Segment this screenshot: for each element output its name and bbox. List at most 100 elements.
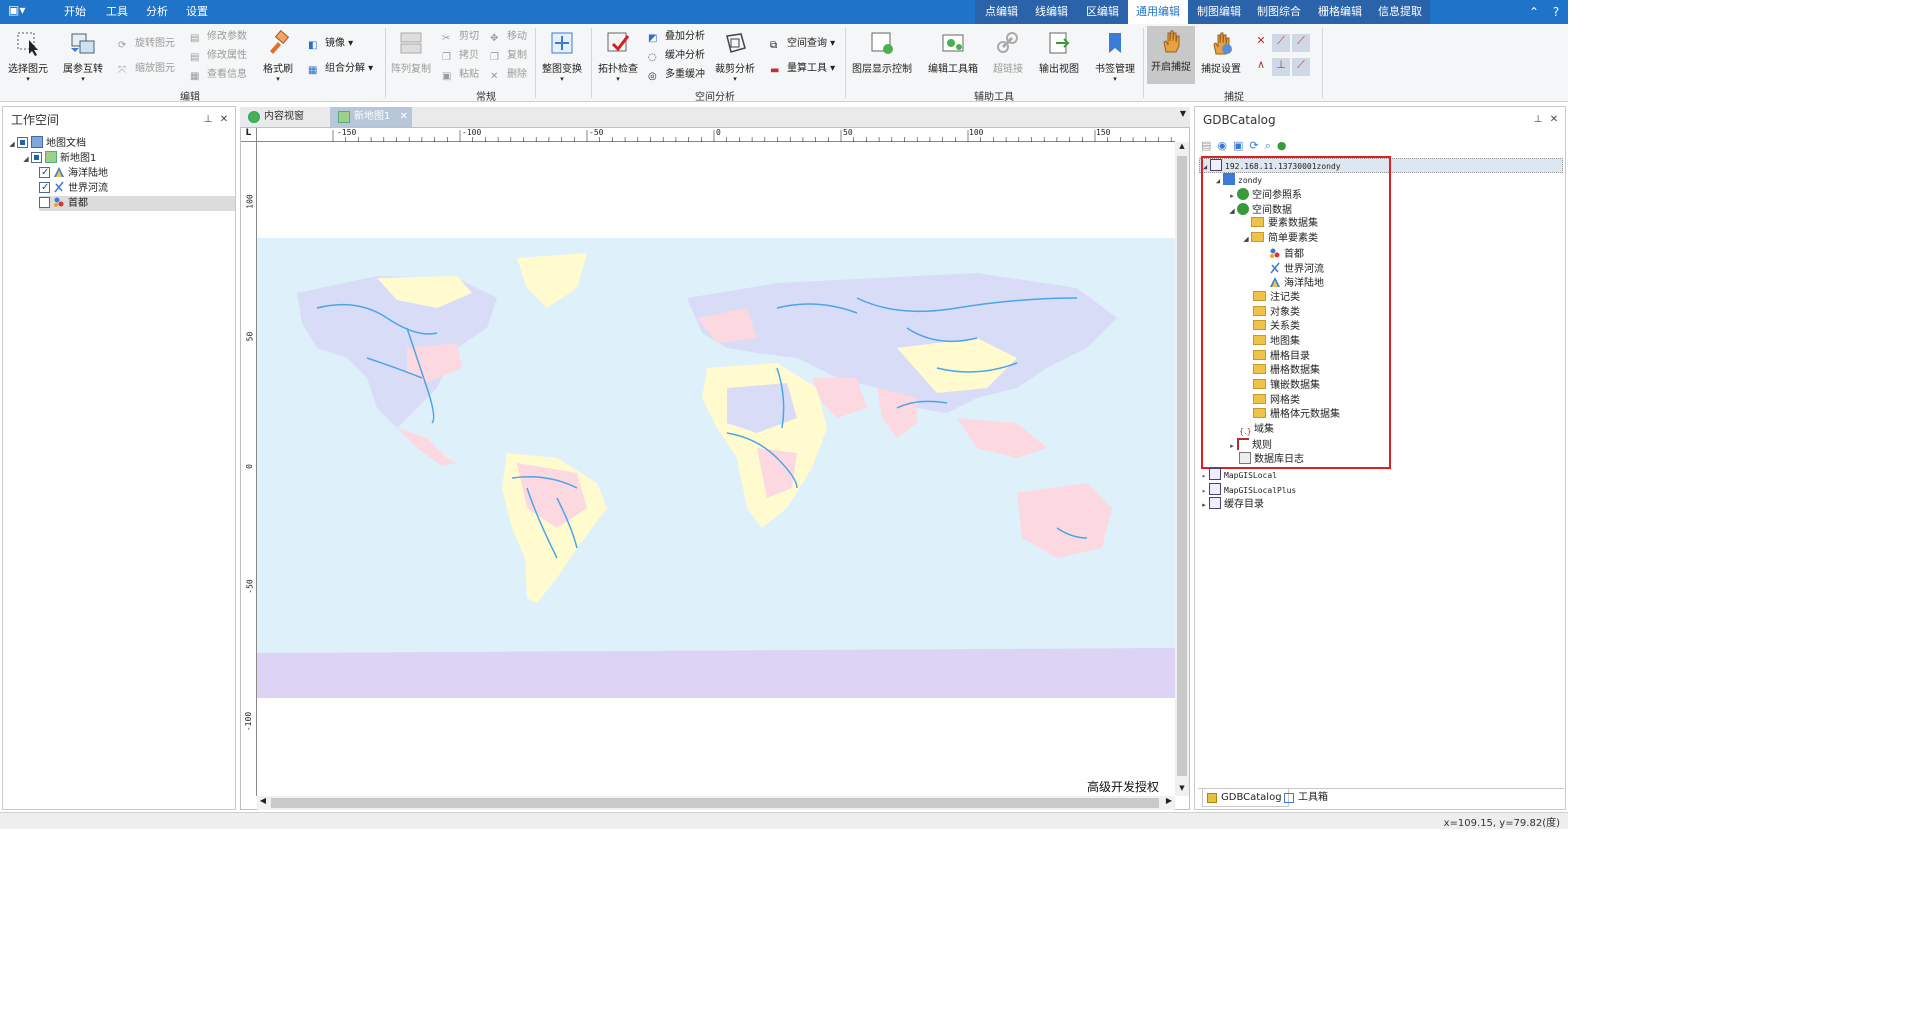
hyperlink-button[interactable]: 超链接 [988,28,1028,75]
app-menu-button[interactable]: ▣▾ [8,3,42,21]
move-button[interactable]: ✥ 移动 [490,29,527,45]
close-icon[interactable]: ✕ [217,107,231,133]
format-brush-button[interactable]: 格式刷 ▾ [258,28,298,83]
tree-item-capitals[interactable]: 首都 [39,196,235,211]
checkbox[interactable] [17,137,28,148]
ruler-label: 50 [843,128,853,137]
modify-attrs-button[interactable]: ▤ 修改属性 [190,48,247,64]
view-info-button[interactable]: ▦ 查看信息 [190,67,247,83]
properties-icon[interactable]: ▤ [1201,139,1217,152]
ruler-label: -150 [337,128,357,137]
delete-button[interactable]: ✕ 删除 [490,67,527,83]
ruler-label: 100 [969,128,984,137]
mirror-button[interactable]: ◧ 镜像 ▾ [308,36,353,52]
tab-analysis[interactable]: 分析 [138,0,176,24]
attr-swap-button[interactable]: 属参互转 ▾ [60,28,106,83]
close-tab-icon[interactable]: ✕ [400,107,408,127]
spatial-query-button[interactable]: ⧉ 空间查询 ▾ [770,36,835,52]
tree-item-map-doc[interactable]: ◢ 地图文档 [7,136,86,151]
checkbox[interactable] [39,165,50,180]
tab-info-extract[interactable]: 信息提取 [1370,0,1430,24]
pin-icon[interactable]: ⊥ [201,107,215,133]
horizontal-ruler: -150 -100 -50 0 50 100 150 [257,128,1175,142]
tab-dropdown-icon[interactable]: ▼ [1180,109,1186,118]
search-icon[interactable]: ⌕ [1265,139,1277,152]
tab-general-edit[interactable]: 通用编辑 [1128,0,1188,24]
snap-perpendicular-icon[interactable]: ⊥ [1272,58,1290,76]
layer-display-button[interactable]: 图层显示控制 [850,28,914,75]
params-icon: ▤ [190,33,200,44]
edit-toolbox-button[interactable]: 编辑工具箱 [926,28,980,75]
topo-check-button[interactable]: 拓扑检查 ▾ [596,28,640,83]
select-element-button[interactable]: 选择图元 ▾ [6,28,50,83]
server-icon [1209,497,1221,509]
gdb-node-mapgis-local-plus[interactable]: ▸ MapGISLocalPlus [1199,483,1296,498]
tab-start[interactable]: 开始 [56,0,94,24]
gdb-node-mapgis-local[interactable]: ▸ MapGISLocal [1199,468,1277,483]
map-vertical-scrollbar[interactable]: ▲ ▼ [1175,142,1189,796]
scroll-up-icon[interactable]: ▲ [1175,142,1189,154]
rotate-element-button[interactable]: ⟳ 旋转图元 [118,36,175,52]
tab-region-edit[interactable]: 区编辑 [1078,0,1127,24]
tab-tools[interactable]: 工具 [98,0,136,24]
tree-item-ocean-land[interactable]: 海洋陆地 [39,165,108,181]
window-icon[interactable]: ▣ [1233,139,1249,152]
tab-new-map[interactable]: 新地图1 ✕ [330,107,412,127]
checkbox[interactable] [31,152,42,163]
copy-clip-button[interactable]: ❐ 拷贝 [442,48,479,64]
snap-settings-button[interactable]: 捕捉设置 [1198,28,1244,75]
snap-midpoint-icon[interactable]: ⟋ [1292,34,1310,52]
paste-button[interactable]: ▣ 粘贴 [442,67,479,83]
scroll-left-icon[interactable]: ◀ [257,796,269,810]
tab-gdbcatalog[interactable]: GDBCatalog [1202,789,1289,807]
modify-params-button[interactable]: ▤ 修改参数 [190,29,247,45]
scale-element-button[interactable]: ⤧ 缩放图元 [118,61,175,77]
map-horizontal-scrollbar[interactable]: ◀ ▶ [257,796,1175,810]
close-icon[interactable]: ✕ [1547,107,1561,133]
tree-item-world-rivers[interactable]: 世界河流 [39,180,108,196]
snap-endpoint-icon[interactable]: ⟋ [1272,34,1290,52]
whole-transform-button[interactable]: 整图变换 ▾ [540,28,584,83]
clip-analysis-button[interactable]: 裁剪分析 ▾ [712,28,758,83]
world-map[interactable] [257,238,1175,698]
group-split-button[interactable]: ▦ 组合分解 ▾ [308,61,373,77]
overlay-button[interactable]: ◩ 叠加分析 [648,29,705,45]
bookmark-manage-button[interactable]: 书签管理 ▾ [1090,28,1140,83]
snap-nearest-icon[interactable]: ⟋ [1292,58,1310,76]
scroll-right-icon[interactable]: ▶ [1163,796,1175,810]
tab-toolbox[interactable]: 工具箱 [1280,789,1334,807]
tree-item-new-map[interactable]: ◢ 新地图1 [21,151,96,166]
open-snap-button[interactable]: 开启捕捉 [1147,26,1195,84]
buffer-button[interactable]: ◌ 缓冲分析 [648,48,705,64]
scroll-down-icon[interactable]: ▼ [1175,784,1189,796]
select-cursor-icon [13,28,43,58]
collapse-ribbon-icon[interactable]: ⌃ [1525,3,1543,21]
checkbox[interactable] [39,197,50,208]
pin-icon[interactable]: ⊥ [1531,107,1545,133]
duplicate-button[interactable]: ❐ 复制 [490,48,527,64]
gdb-node-cache-dir[interactable]: ▸ 缓存目录 [1199,497,1264,512]
help-icon[interactable]: ? [1547,3,1565,21]
export-view-button[interactable]: 输出视图 [1036,28,1082,75]
globe-icon[interactable]: ● [1277,139,1293,152]
refresh-icon[interactable]: ⟳ [1249,139,1264,152]
tab-raster-edit[interactable]: 栅格编辑 [1310,0,1370,24]
connect-icon[interactable]: ◉ [1217,139,1233,152]
tab-content-view[interactable]: 内容视窗 [240,107,312,127]
tab-carto-general[interactable]: 制图综合 [1249,0,1309,24]
snap-intersect-icon[interactable]: ✕ [1252,34,1270,52]
tab-point-edit[interactable]: 点编辑 [977,0,1026,24]
scroll-thumb[interactable] [1177,156,1187,776]
scroll-thumb[interactable] [271,798,1159,808]
ruler-icon: ▬ [770,65,780,76]
map-view[interactable]: L -150 -100 -50 0 50 100 150 100 50 0 -5… [240,127,1190,810]
checkbox[interactable] [39,180,50,195]
array-copy-button[interactable]: 阵列复制 [390,28,432,75]
cut-button[interactable]: ✂ 剪切 [442,29,479,45]
multi-buffer-button[interactable]: ◎ 多重缓冲 [648,67,705,83]
measure-button[interactable]: ▬ 量算工具 ▾ [770,61,835,77]
tab-carto-edit[interactable]: 制图编辑 [1189,0,1249,24]
tab-line-edit[interactable]: 线编辑 [1027,0,1076,24]
tab-settings[interactable]: 设置 [178,0,216,24]
snap-vertex-icon[interactable]: ∧ [1252,58,1270,76]
